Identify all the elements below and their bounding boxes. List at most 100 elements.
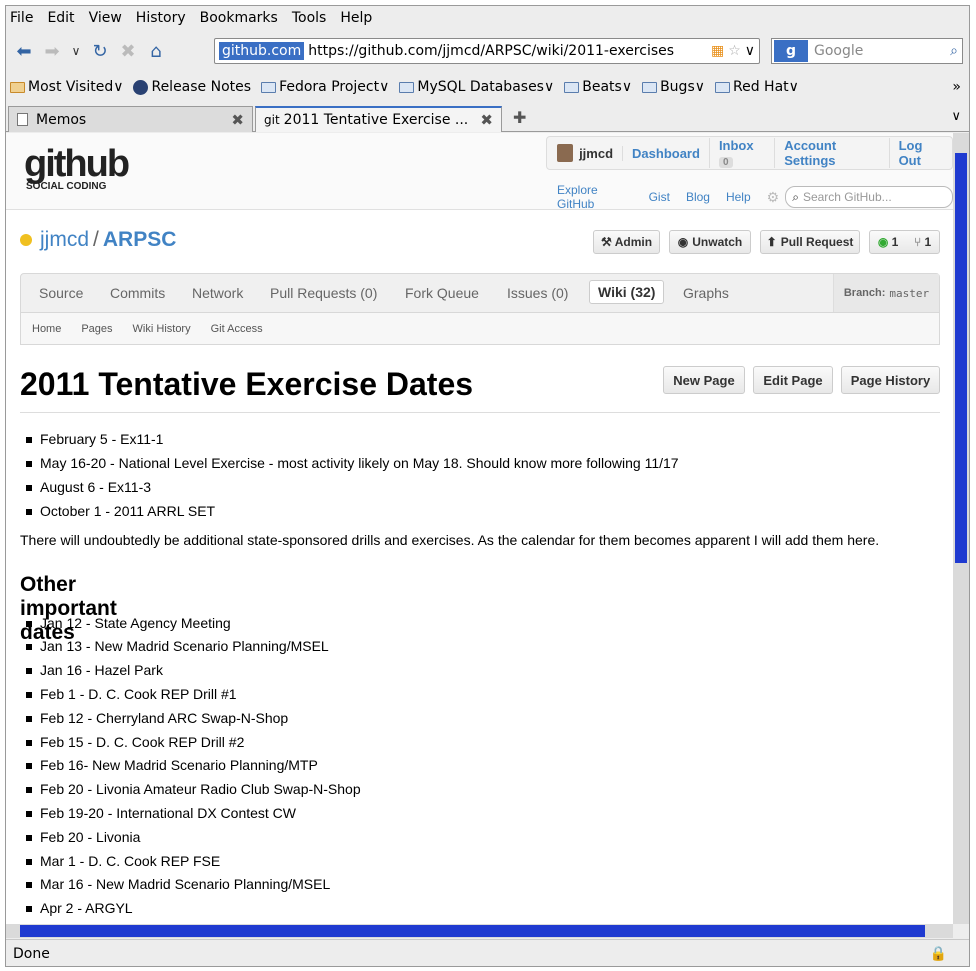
menu-help[interactable]: Help — [340, 10, 372, 26]
close-tab-icon[interactable]: ✖ — [480, 111, 493, 129]
blog-link[interactable]: Blog — [686, 190, 710, 204]
wrench-icon: ⚒ — [600, 235, 612, 249]
horizontal-scroll-thumb[interactable] — [20, 925, 925, 937]
logout-link[interactable]: Log Out — [888, 138, 952, 168]
github-search-input[interactable]: ⌕ Search GitHub... — [785, 186, 953, 208]
site-identity-badge[interactable]: github.com — [219, 42, 305, 60]
bookmark-most-visited[interactable]: Most Visited ∨ — [10, 79, 123, 95]
list-item: Mar 16 - New Madrid Scenario Planning/MS… — [25, 876, 331, 892]
repo-title: jjmcd / ARPSC — [20, 228, 176, 252]
url-text[interactable]: https://github.com/jjmcd/ARPSC/wiki/2011… — [308, 43, 711, 59]
settings-gear-icon[interactable]: ⚙ — [767, 189, 780, 206]
folder-icon — [10, 81, 25, 93]
tab-strip: Memos ✖ git 2011 Tentative Exercise ... … — [6, 104, 969, 132]
username-link[interactable]: jjmcd — [579, 146, 622, 161]
wiki-home-link[interactable]: Home — [32, 323, 61, 335]
search-engine-icon[interactable]: g — [774, 40, 808, 62]
menu-tools[interactable]: Tools — [292, 10, 327, 26]
reload-button[interactable]: ↻ — [86, 37, 114, 65]
admin-button[interactable]: ⚒ Admin — [593, 230, 660, 254]
page-history-button[interactable]: Page History — [841, 366, 940, 394]
horizontal-scrollbar[interactable] — [6, 924, 953, 938]
tab-memos[interactable]: Memos ✖ — [8, 106, 253, 132]
chevron-down-icon: ∨ — [71, 44, 81, 58]
tab-network[interactable]: Network — [184, 282, 251, 304]
chevron-down-icon: ∨ — [113, 79, 124, 95]
close-tab-icon[interactable]: ✖ — [231, 111, 244, 129]
branch-selector[interactable]: Branch: master — [833, 274, 939, 312]
bookmark-red-hat[interactable]: Red Hat ∨ — [715, 79, 799, 95]
url-dropdown-icon[interactable]: ∨ — [745, 43, 755, 59]
menu-view[interactable]: View — [89, 10, 122, 26]
forks-count[interactable]: ⑂ 1 — [914, 235, 931, 249]
list-item: August 6 - Ex11-3 — [25, 479, 152, 495]
menu-bookmarks[interactable]: Bookmarks — [200, 10, 278, 26]
unwatch-button[interactable]: ◉ Unwatch — [669, 230, 751, 254]
vertical-scroll-thumb[interactable] — [955, 153, 967, 563]
github-logo[interactable]: github SOCIAL CODING — [24, 145, 130, 192]
stop-icon: ✖ — [120, 40, 136, 62]
pull-request-button[interactable]: ⬆ Pull Request — [760, 230, 860, 254]
forward-arrow-icon: ➡ — [44, 40, 60, 62]
wiki-history-link[interactable]: Wiki History — [133, 323, 191, 335]
bookmark-fedora-project[interactable]: Fedora Project ∨ — [261, 79, 389, 95]
inbox-link[interactable]: Inbox 0 — [708, 138, 774, 168]
branch-label: Branch: — [843, 287, 886, 299]
back-button[interactable]: ⬅ — [10, 37, 38, 65]
repo-owner-link[interactable]: jjmcd — [40, 228, 89, 252]
menu-history[interactable]: History — [136, 10, 186, 26]
tab-commits[interactable]: Commits — [102, 282, 173, 304]
wiki-subnav: Home Pages Wiki History Git Access — [20, 313, 940, 345]
edit-page-button[interactable]: Edit Page — [753, 366, 833, 394]
account-settings-link[interactable]: Account Settings — [774, 138, 888, 168]
menu-edit[interactable]: Edit — [47, 10, 74, 26]
tab-github-wiki[interactable]: git 2011 Tentative Exercise ... ✖ — [255, 106, 502, 132]
chevron-down-icon: ∨ — [621, 79, 633, 95]
search-icon[interactable]: ⌕ — [950, 43, 958, 59]
repo-name-link[interactable]: ARPSC — [103, 228, 177, 252]
wiki-git-access-link[interactable]: Git Access — [211, 323, 263, 335]
url-bar[interactable]: github.com https://github.com/jjmcd/ARPS… — [214, 38, 760, 64]
tab-pull-requests[interactable]: Pull Requests (0) — [262, 282, 385, 304]
new-page-button[interactable]: New Page — [663, 366, 745, 394]
list-item: Jan 16 - Hazel Park — [26, 662, 163, 678]
list-item: May 16-20 - National Level Exercise - mo… — [26, 455, 679, 471]
home-icon: ⌂ — [150, 40, 162, 62]
tab-fork-queue[interactable]: Fork Queue — [397, 282, 487, 304]
new-tab-icon[interactable]: ✚ — [513, 108, 526, 127]
rss-icon[interactable]: ▦ — [711, 43, 724, 59]
tab-source[interactable]: Source — [31, 282, 91, 304]
tab-list-icon[interactable]: ∨ — [951, 109, 961, 124]
bookmark-bugs[interactable]: Bugs ∨ — [642, 79, 705, 95]
help-link[interactable]: Help — [726, 190, 751, 204]
bookmark-release-notes[interactable]: Release Notes — [133, 79, 251, 95]
bookmark-mysql-databases[interactable]: MySQL Databases ∨ — [399, 79, 554, 95]
bookmark-star-icon[interactable]: ☆ — [728, 43, 741, 59]
avatar[interactable] — [557, 144, 574, 162]
inbox-count-badge: 0 — [718, 157, 733, 168]
search-bar[interactable]: g Google ⌕ — [771, 38, 963, 64]
gist-link[interactable]: Gist — [649, 190, 670, 204]
bookmark-label: Beats — [582, 79, 622, 95]
home-button[interactable]: ⌂ — [142, 37, 170, 65]
watchers-count[interactable]: ◉ 1 — [878, 235, 899, 249]
eye-icon: ◉ — [877, 235, 889, 249]
vertical-scrollbar[interactable] — [953, 133, 969, 924]
forward-button[interactable]: ➡ — [38, 37, 66, 65]
folder-icon — [399, 81, 415, 93]
history-dropdown-button[interactable]: ∨ — [66, 37, 86, 65]
stop-button[interactable]: ✖ — [114, 37, 142, 65]
bookmarks-overflow-icon[interactable]: » — [952, 79, 961, 95]
explore-github-link[interactable]: Explore GitHub — [557, 183, 633, 211]
bookmark-beats[interactable]: Beats ∨ — [564, 79, 632, 95]
lock-icon[interactable]: 🔒 — [930, 946, 947, 962]
menu-file[interactable]: File — [10, 10, 33, 26]
tab-wiki[interactable]: Wiki (32) — [589, 280, 665, 304]
watchers-value: 1 — [891, 235, 899, 249]
chevron-down-icon: ∨ — [543, 79, 555, 95]
wiki-pages-link[interactable]: Pages — [81, 323, 112, 335]
dashboard-link[interactable]: Dashboard — [622, 145, 709, 161]
tab-issues[interactable]: Issues (0) — [499, 282, 576, 304]
search-input[interactable]: Google — [814, 43, 950, 59]
tab-graphs[interactable]: Graphs — [675, 282, 737, 304]
